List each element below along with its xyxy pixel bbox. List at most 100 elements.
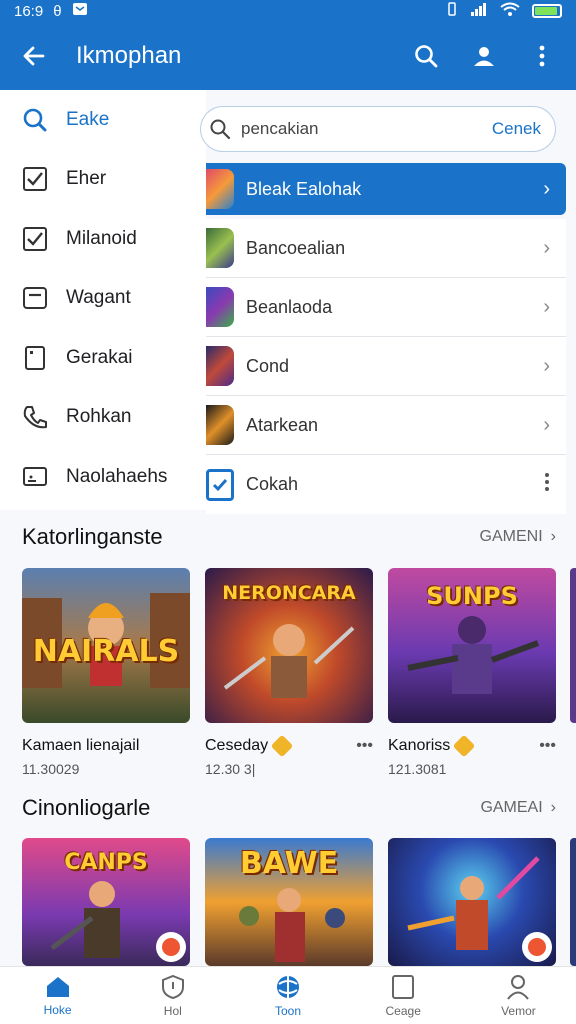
game-thumbnail — [206, 346, 234, 386]
section-title: Cinonliogarle — [22, 795, 151, 820]
phone-icon — [23, 406, 47, 429]
drawer-item-label: Rohkan — [66, 406, 132, 428]
game-card[interactable]: NAIRALS Kamaen lienajail 11.30029 — [22, 568, 190, 777]
list-item[interactable]: Bleak Ealohak › — [206, 163, 566, 215]
game-card[interactable]: BAWE — [205, 838, 373, 966]
next-card-peek — [570, 568, 576, 723]
checkbox-icon — [23, 226, 47, 251]
game-artwork: SUNPS — [388, 568, 556, 723]
status-time: 16:9 — [14, 2, 44, 20]
record-icon[interactable] — [156, 932, 186, 962]
list-item[interactable]: Atarkean › — [206, 396, 566, 455]
list-item-label: Cond — [246, 355, 290, 376]
status-alt: θ — [53, 2, 62, 20]
game-card[interactable] — [388, 838, 556, 966]
list-item[interactable]: Cokah — [206, 455, 566, 514]
back-arrow-icon[interactable] — [18, 40, 50, 72]
checkbox-icon[interactable] — [206, 468, 234, 501]
game-art-title: NAIRALS — [32, 634, 180, 669]
drawer-item-label: Eher — [66, 168, 107, 190]
drawer-item-label: Gerakai — [66, 346, 133, 368]
game-art-title: BAWE — [239, 846, 339, 881]
nav-ceage[interactable]: Ceage — [346, 967, 461, 1024]
drawer-item-search[interactable]: Eake — [0, 90, 206, 150]
list-item[interactable]: Bancoealian › — [206, 219, 566, 278]
vibrate-icon — [446, 1, 458, 21]
list-item[interactable]: Beanlaoda › — [206, 278, 566, 337]
chevron-right-icon: › — [543, 413, 550, 436]
section-title: Katorlinganste — [22, 524, 163, 549]
overflow-menu-icon[interactable] — [526, 40, 558, 72]
app-title: Ikmophan — [76, 42, 182, 69]
battery-icon — [532, 4, 562, 18]
nav-vemor[interactable]: Vemor — [461, 967, 576, 1024]
game-artwork: NERONCARA — [205, 568, 373, 723]
drawer-item-eher[interactable]: Eher — [0, 150, 206, 210]
game-thumbnail — [206, 287, 234, 327]
notification-icon — [72, 1, 88, 21]
search-input[interactable]: pencakian — [241, 119, 319, 139]
section-see-all-link[interactable]: GAMENI › — [480, 528, 556, 546]
drawer-item-rohkan[interactable]: Rohkan — [0, 388, 206, 448]
drawer-item-label: Wagant — [66, 287, 131, 309]
drawer-item-label: Milanoid — [66, 227, 137, 249]
game-card-row: CANPS BAWE — [22, 838, 556, 966]
chevron-right-icon: › — [543, 236, 550, 259]
more-horiz-icon[interactable]: ••• — [539, 737, 556, 755]
game-meta: 11.30029 — [22, 761, 80, 777]
search-bar[interactable]: pencakian Cenek — [200, 106, 556, 152]
globe-icon — [277, 975, 299, 998]
minus-box-icon — [23, 287, 47, 310]
game-meta: 12.30 3| — [205, 761, 256, 777]
drawer-item-wagant[interactable]: Wagant — [0, 269, 206, 329]
drawer-item-naolahaehs[interactable]: Naolahaehs — [0, 447, 206, 507]
list-item-label: Cokah — [246, 474, 299, 494]
game-card[interactable]: CANPS — [22, 838, 190, 966]
section-see-all-link[interactable]: GAMEAI › — [480, 799, 556, 817]
account-icon[interactable] — [468, 40, 500, 72]
game-name: Kamaen lienajail — [22, 737, 140, 754]
drawer-item-label: Eake — [66, 108, 110, 130]
nav-label: Toon — [274, 1003, 302, 1018]
status-bar: 16:9 θ — [0, 0, 576, 22]
game-thumbnail — [206, 228, 234, 268]
tablet-icon — [392, 974, 415, 999]
signal-icon — [470, 2, 488, 20]
side-drawer: Eake Eher Milanoid Wagant Gerakai Rohkan… — [0, 90, 206, 510]
chevron-right-icon: › — [550, 799, 556, 816]
game-thumbnail — [206, 405, 234, 445]
nav-hol[interactable]: Hol — [115, 967, 230, 1024]
more-vert-icon[interactable] — [544, 472, 550, 497]
person-icon — [507, 974, 530, 1000]
app-bar: Ikmophan — [0, 22, 576, 90]
game-card-row: NAIRALS Kamaen lienajail 11.30029 NERONC… — [22, 568, 556, 777]
section-header: Katorlinganste GAMENI › — [22, 524, 556, 550]
game-card[interactable]: NERONCARA Ceseday ••• 12.30 3| — [205, 568, 373, 777]
more-horiz-icon[interactable]: ••• — [356, 737, 373, 755]
category-list: Bleak Ealohak › Bancoealian › Beanlaoda … — [206, 163, 566, 514]
search-icon[interactable] — [410, 40, 442, 72]
home-icon — [46, 976, 69, 997]
next-card-peek — [570, 838, 576, 966]
wifi-icon — [500, 2, 520, 20]
checkbox-icon — [23, 167, 47, 192]
nav-label: Ceage — [385, 1003, 421, 1018]
nav-label: Hoke — [43, 1002, 72, 1017]
chevron-right-icon: › — [543, 295, 550, 318]
search-submit-button[interactable]: Cenek — [492, 119, 541, 139]
nav-home[interactable]: Hoke — [0, 967, 115, 1024]
drawer-item-gerakai[interactable]: Gerakai — [0, 328, 206, 388]
section-link-label: GAMEAI — [480, 799, 543, 816]
nav-toon[interactable]: Toon — [230, 967, 345, 1024]
game-artwork: NAIRALS — [22, 568, 190, 723]
game-card[interactable]: SUNPS Kanoriss ••• 121.3081 — [388, 568, 556, 777]
list-item[interactable]: Cond › — [206, 337, 566, 396]
bottom-navigation: Hoke Hol Toon Ceage Vemor — [0, 966, 576, 1024]
chevron-right-icon: › — [550, 528, 556, 545]
chevron-right-icon: › — [543, 354, 550, 377]
drawer-item-milanoid[interactable]: Milanoid — [0, 209, 206, 269]
game-thumbnail — [206, 169, 234, 209]
chevron-right-icon: › — [543, 177, 550, 200]
list-item-label: Bancoealian — [246, 237, 346, 258]
record-icon[interactable] — [522, 932, 552, 962]
